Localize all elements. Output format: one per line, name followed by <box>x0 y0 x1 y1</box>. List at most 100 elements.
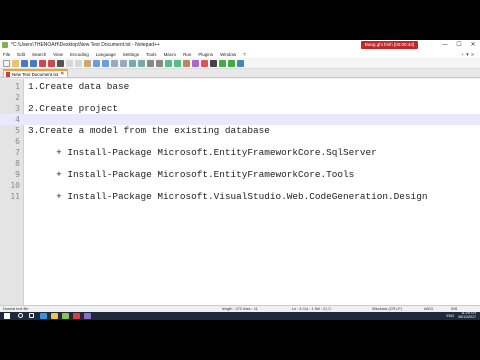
editor-line[interactable]: 4 <box>0 114 480 125</box>
notepadpp-icon[interactable] <box>62 313 69 319</box>
menu-search[interactable]: Search <box>32 52 46 57</box>
line-number: 3 <box>15 104 20 113</box>
taskbar: ENG 11:29 CH 06/11/2017 <box>0 311 480 320</box>
editor-line[interactable]: 3 2.Create project <box>0 103 480 114</box>
menu-edit[interactable]: Edit <box>17 52 25 57</box>
cut-icon[interactable] <box>66 59 73 67</box>
menu-file[interactable]: File <box>3 52 10 57</box>
editor-line[interactable]: 8 <box>0 158 480 169</box>
close-all-icon[interactable] <box>48 59 55 67</box>
zoom-in-icon[interactable] <box>129 59 136 67</box>
stop-macro-icon[interactable] <box>210 59 217 67</box>
menu-view[interactable]: View <box>53 52 63 57</box>
task-view-icon[interactable] <box>29 313 34 318</box>
editor-line[interactable]: 2 <box>0 92 480 103</box>
redo-icon[interactable] <box>102 59 109 67</box>
menu-encoding[interactable]: Encoding <box>70 52 89 57</box>
menu-right-controls[interactable]: + ▼ X <box>461 52 474 57</box>
sync-horizontal-icon[interactable] <box>156 59 163 67</box>
menu-bar: File Edit Search View Encoding Language … <box>0 50 480 58</box>
menu-help[interactable]: ? <box>243 52 246 57</box>
search-icon[interactable] <box>18 313 23 318</box>
visual-studio-icon[interactable] <box>84 313 91 319</box>
notepadpp-app-icon <box>2 42 8 48</box>
save-icon[interactable] <box>21 59 28 67</box>
editor-line[interactable]: 9 + Install-Package Microsoft.EntityFram… <box>0 169 480 180</box>
menu-language[interactable]: Language <box>96 52 116 57</box>
line-text: + Install-Package Microsoft.EntityFramew… <box>28 169 355 180</box>
clock[interactable]: 11:29 CH 06/11/2017 <box>458 311 476 320</box>
save-all-icon[interactable] <box>30 59 37 67</box>
line-number: 9 <box>15 170 20 179</box>
editor-line[interactable]: 7 + Install-Package Microsoft.EntityFram… <box>0 147 480 158</box>
file-explorer-icon[interactable] <box>51 313 58 319</box>
new-file-icon[interactable] <box>3 59 10 67</box>
editor-line[interactable]: 10 <box>0 180 480 191</box>
tab-label: New Text Document.txt <box>12 71 59 77</box>
tab-close-icon[interactable]: ✕ <box>60 71 64 78</box>
editor-line[interactable]: 1 1.Create data base <box>0 81 480 92</box>
status-eol: Windows (CR LF) <box>372 307 402 311</box>
paste-icon[interactable] <box>84 59 91 67</box>
run-macro-multiple-icon[interactable] <box>228 59 235 67</box>
menu-settings[interactable]: Settings <box>123 52 139 57</box>
line-number: 11 <box>10 192 20 201</box>
indent-guide-icon[interactable] <box>183 59 190 67</box>
line-text: 3.Create a model from the existing datab… <box>28 125 270 136</box>
recorder-icon[interactable] <box>73 313 80 319</box>
line-number: 6 <box>15 137 20 146</box>
find-icon[interactable] <box>111 59 118 67</box>
status-position: Ln : 4 Col : 1 Sel : 0 | 0 <box>292 307 331 311</box>
menu-plugins[interactable]: Plugins <box>198 52 213 57</box>
minimize-button[interactable]: — <box>438 40 452 50</box>
clock-date: 06/11/2017 <box>458 315 476 319</box>
status-bar: Normal text file length : 270 lines : 11… <box>0 305 480 312</box>
line-number: 1 <box>15 82 20 91</box>
menu-macro[interactable]: Macro <box>164 52 177 57</box>
recording-badge[interactable]: Đang ghi hình [00:00:43] <box>360 41 418 49</box>
word-wrap-icon[interactable] <box>165 59 172 67</box>
editor-line[interactable]: 11 + Install-Package Microsoft.VisualStu… <box>0 191 480 202</box>
close-button[interactable]: ✕ <box>466 40 480 50</box>
editor-line[interactable]: 5 3.Create a model from the existing data… <box>0 125 480 136</box>
doc-map-icon[interactable] <box>192 59 199 67</box>
status-length: length : 270 lines : 11 <box>222 307 258 311</box>
close-file-icon[interactable] <box>39 59 46 67</box>
copy-icon[interactable] <box>75 59 82 67</box>
language-indicator[interactable]: ENG <box>446 314 454 318</box>
system-tray: ENG 11:29 CH 06/11/2017 <box>446 311 476 320</box>
line-number: 8 <box>15 159 20 168</box>
print-icon[interactable] <box>57 59 64 67</box>
save-macro-icon[interactable] <box>237 59 244 67</box>
notepadpp-window: *C:\Users\THENOAH\Desktop\New Text Docum… <box>0 40 480 320</box>
toolbar <box>0 58 480 69</box>
windows-start-icon[interactable] <box>4 313 10 319</box>
line-text: 1.Create data base <box>28 81 130 92</box>
line-number: 4 <box>15 115 20 124</box>
window-title: *C:\Users\THENOAH\Desktop\New Text Docum… <box>11 42 160 48</box>
status-insert-mode: INS <box>451 307 458 311</box>
line-number: 2 <box>15 93 20 102</box>
show-all-chars-icon[interactable] <box>174 59 181 67</box>
menu-window[interactable]: Window <box>220 52 236 57</box>
editor-line[interactable]: 6 <box>0 136 480 147</box>
edge-icon[interactable] <box>40 313 47 319</box>
record-macro-icon[interactable] <box>201 59 208 67</box>
replace-icon[interactable] <box>120 59 127 67</box>
editor-area[interactable]: 1 1.Create data base 2 3 2.Create project 4 5 3… <box>0 79 480 305</box>
sync-vertical-icon[interactable] <box>147 59 154 67</box>
menu-run[interactable]: Run <box>183 52 191 57</box>
play-macro-icon[interactable] <box>219 59 226 67</box>
zoom-out-icon[interactable] <box>138 59 145 67</box>
line-number: 10 <box>10 181 20 190</box>
line-text: 2.Create project <box>28 103 119 114</box>
line-number: 7 <box>15 148 20 157</box>
undo-icon[interactable] <box>93 59 100 67</box>
unsaved-file-icon <box>6 71 10 77</box>
menu-tools[interactable]: Tools <box>146 52 157 57</box>
title-bar: *C:\Users\THENOAH\Desktop\New Text Docum… <box>0 40 480 50</box>
maximize-button[interactable]: ☐ <box>452 40 466 50</box>
open-folder-icon[interactable] <box>12 59 19 67</box>
tab-new-text-document[interactable]: New Text Document.txt ✕ <box>3 69 69 78</box>
window-controls: — ☐ ✕ <box>438 40 480 50</box>
